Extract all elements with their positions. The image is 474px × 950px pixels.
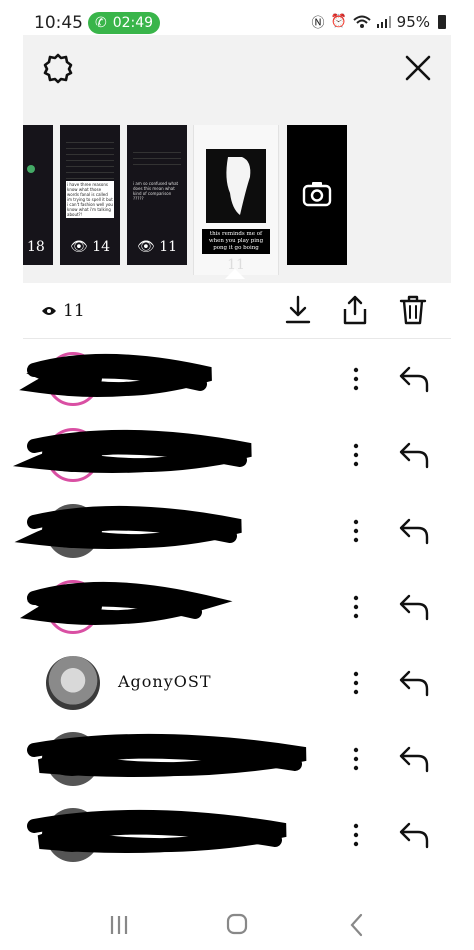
download-icon[interactable] (281, 293, 315, 327)
viewer-row[interactable]: AgonyOST (0, 644, 474, 720)
more-options-icon[interactable] (350, 514, 362, 548)
reply-icon[interactable] (398, 516, 430, 546)
status-icons: Ⓝ ⏰ 95% (311, 12, 446, 31)
views-count: 11 (63, 301, 85, 321)
reply-icon[interactable] (398, 364, 430, 394)
call-timer-pill[interactable]: ✆ 02:49 (88, 12, 160, 34)
thumbnail-views: 18 (27, 239, 45, 255)
selection-caret (225, 269, 245, 279)
alarm-icon: ⏰ (330, 14, 347, 29)
viewers-list: AgonyOST (0, 340, 474, 872)
status-time: 10:45 (34, 13, 83, 33)
story-thumbnail[interactable]: i have three reasons know what those wor… (60, 125, 120, 265)
eye-icon (42, 307, 56, 315)
reply-icon[interactable] (398, 592, 430, 622)
thumbnail-caption: i am so confused what does this mean wha… (133, 181, 179, 201)
wifi-icon (352, 15, 371, 28)
viewer-avatar[interactable] (46, 808, 100, 862)
camera-icon (302, 182, 332, 207)
more-options-icon[interactable] (350, 438, 362, 472)
viewer-avatar[interactable] (46, 428, 100, 482)
reply-icon[interactable] (398, 744, 430, 774)
reply-icon[interactable] (398, 440, 430, 470)
story-toolbar: 11 (23, 283, 451, 339)
viewer-avatar[interactable] (46, 504, 100, 558)
thumbnail-caption: i have three reasons know what those wor… (66, 181, 114, 218)
thumbnail-views-count: 11 (159, 239, 178, 255)
viewer-row[interactable] (0, 568, 474, 644)
share-icon[interactable] (338, 293, 372, 327)
back-icon[interactable] (342, 912, 372, 938)
thumbnail-caption: this reminds me of when you play ping po… (202, 229, 270, 254)
call-timer: 02:49 (112, 15, 154, 31)
settings-gear-icon[interactable] (41, 51, 75, 85)
viewer-username[interactable]: AgonyOST (118, 672, 212, 691)
phone-icon: ✆ (94, 15, 107, 31)
more-options-icon[interactable] (350, 742, 362, 776)
more-options-icon[interactable] (350, 818, 362, 852)
story-thumbnail-selected[interactable]: this reminds me of when you play ping po… (194, 125, 278, 275)
more-options-icon[interactable] (350, 590, 362, 624)
viewer-row[interactable] (0, 416, 474, 492)
delete-trash-icon[interactable] (396, 293, 430, 327)
reply-icon[interactable] (398, 820, 430, 850)
story-thumbnail[interactable]: i am so confused what does this mean wha… (127, 125, 187, 265)
close-icon[interactable] (401, 51, 435, 85)
story-thumbnails: 18 i have three reasons know what those … (23, 125, 451, 275)
more-options-icon[interactable] (350, 362, 362, 396)
thumbnail-views: 👁 14 (69, 239, 111, 255)
viewer-avatar[interactable] (46, 580, 100, 634)
viewer-row[interactable] (0, 720, 474, 796)
reply-icon[interactable] (398, 668, 430, 698)
viewer-row[interactable] (0, 796, 474, 872)
story-thumbnail[interactable]: 18 (23, 125, 53, 265)
thumbnail-views: 👁 11 (136, 239, 178, 255)
home-icon[interactable] (222, 912, 252, 938)
viewer-avatar[interactable] (46, 656, 100, 710)
system-nav-bar (0, 900, 474, 950)
thumbnail-views-count: 14 (92, 239, 111, 255)
battery-icon (438, 14, 446, 29)
story-tray: 18 i have three reasons know what those … (23, 35, 451, 283)
viewer-avatar[interactable] (46, 352, 100, 406)
viewer-avatar[interactable] (46, 732, 100, 786)
recent-apps-icon[interactable] (104, 912, 134, 938)
more-options-icon[interactable] (350, 666, 362, 700)
views-counter: 11 (41, 301, 85, 321)
battery-level: 95% (396, 12, 430, 31)
viewer-row[interactable] (0, 492, 474, 568)
signal-icon (376, 15, 391, 28)
nfc-icon: Ⓝ (311, 16, 325, 31)
viewer-row[interactable] (0, 340, 474, 416)
add-story-camera-tile[interactable] (287, 125, 347, 265)
story-image (206, 149, 266, 223)
